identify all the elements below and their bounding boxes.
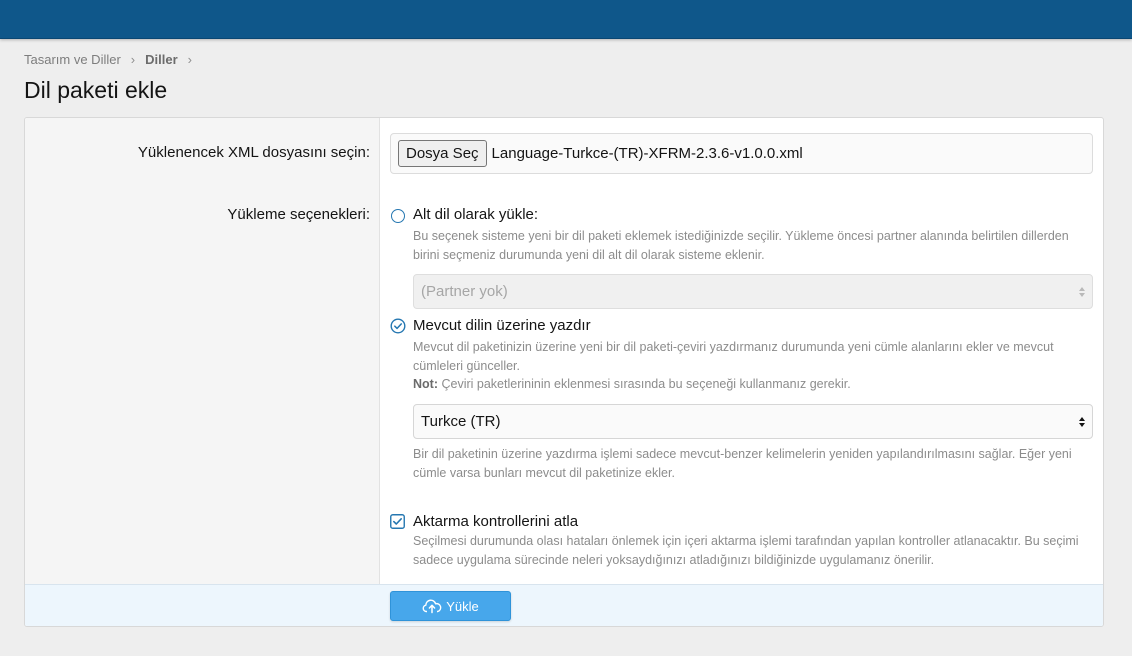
overwrite-note-text: Çeviri paketlerininin eklenmesi sırasınd… (438, 377, 851, 391)
form-submit-row: Yükle (25, 584, 1103, 626)
checkbox-check-icon[interactable] (390, 514, 405, 529)
partner-language-select-value: (Partner yok) (421, 283, 508, 300)
child-language-radio[interactable] (391, 209, 405, 223)
upload-submit-label: Yükle (446, 598, 479, 614)
breadcrumb-item-languages[interactable]: Diller (145, 52, 178, 67)
skip-checks-option-label[interactable]: Aktarma kontrollerini atla (413, 513, 578, 530)
selected-file-name: Language-Turkce-(TR)-XFRM-2.3.6-v1.0.0.x… (491, 145, 803, 162)
choose-file-button[interactable]: Dosya Seç (398, 140, 487, 167)
file-upload-field[interactable]: Dosya Seç Language-Turkce-(TR)-XFRM-2.3.… (390, 133, 1093, 174)
child-language-hint: Bu seçenek sisteme yeni bir dil paketi e… (413, 229, 1069, 262)
select-arrows-icon (1079, 417, 1085, 427)
breadcrumb-separator: › (130, 52, 136, 67)
breadcrumb-item-design-languages[interactable]: Tasarım ve Diller (24, 52, 121, 67)
import-form-panel: Yüklenencek XML dosyasını seçin: Yükleme… (24, 117, 1104, 627)
form-label-column: Yüklenencek XML dosyasını seçin: Yükleme… (25, 118, 380, 584)
select-arrows-icon (1079, 287, 1085, 297)
overwrite-language-select-value: Turkce (TR) (421, 413, 501, 430)
page-title: Dil paketi ekle (24, 77, 168, 103)
upload-row-label: Yüklenencek XML dosyasını seçin: (137, 144, 370, 161)
overwrite-after-hint: Bir dil paketinin üzerine yazdırma işlem… (413, 447, 1072, 480)
overwrite-note-label: Not: (413, 377, 438, 391)
top-header-bar (0, 0, 1132, 39)
partner-language-select: (Partner yok) (413, 274, 1093, 309)
breadcrumb-separator: › (187, 52, 192, 67)
options-row-label: Yükleme seçenekleri: (227, 206, 370, 223)
overwrite-hint: Mevcut dil paketinizin üzerine yeni bir … (413, 338, 1093, 394)
overwrite-option-label[interactable]: Mevcut dilin üzerine yazdır (413, 317, 591, 334)
skip-checks-hint: Seçilmesi durumunda olası hataları önlem… (413, 534, 1079, 567)
overwrite-hint-text: Mevcut dil paketinizin üzerine yeni bir … (413, 340, 1054, 373)
check-circle-icon[interactable] (390, 318, 406, 334)
cloud-upload-icon (422, 599, 442, 614)
upload-submit-button[interactable]: Yükle (390, 591, 511, 621)
overwrite-language-select[interactable]: Turkce (TR) (413, 404, 1093, 439)
child-language-option-label[interactable]: Alt dil olarak yükle: (413, 206, 538, 223)
breadcrumb: Tasarım ve Diller › Diller › (24, 52, 202, 67)
